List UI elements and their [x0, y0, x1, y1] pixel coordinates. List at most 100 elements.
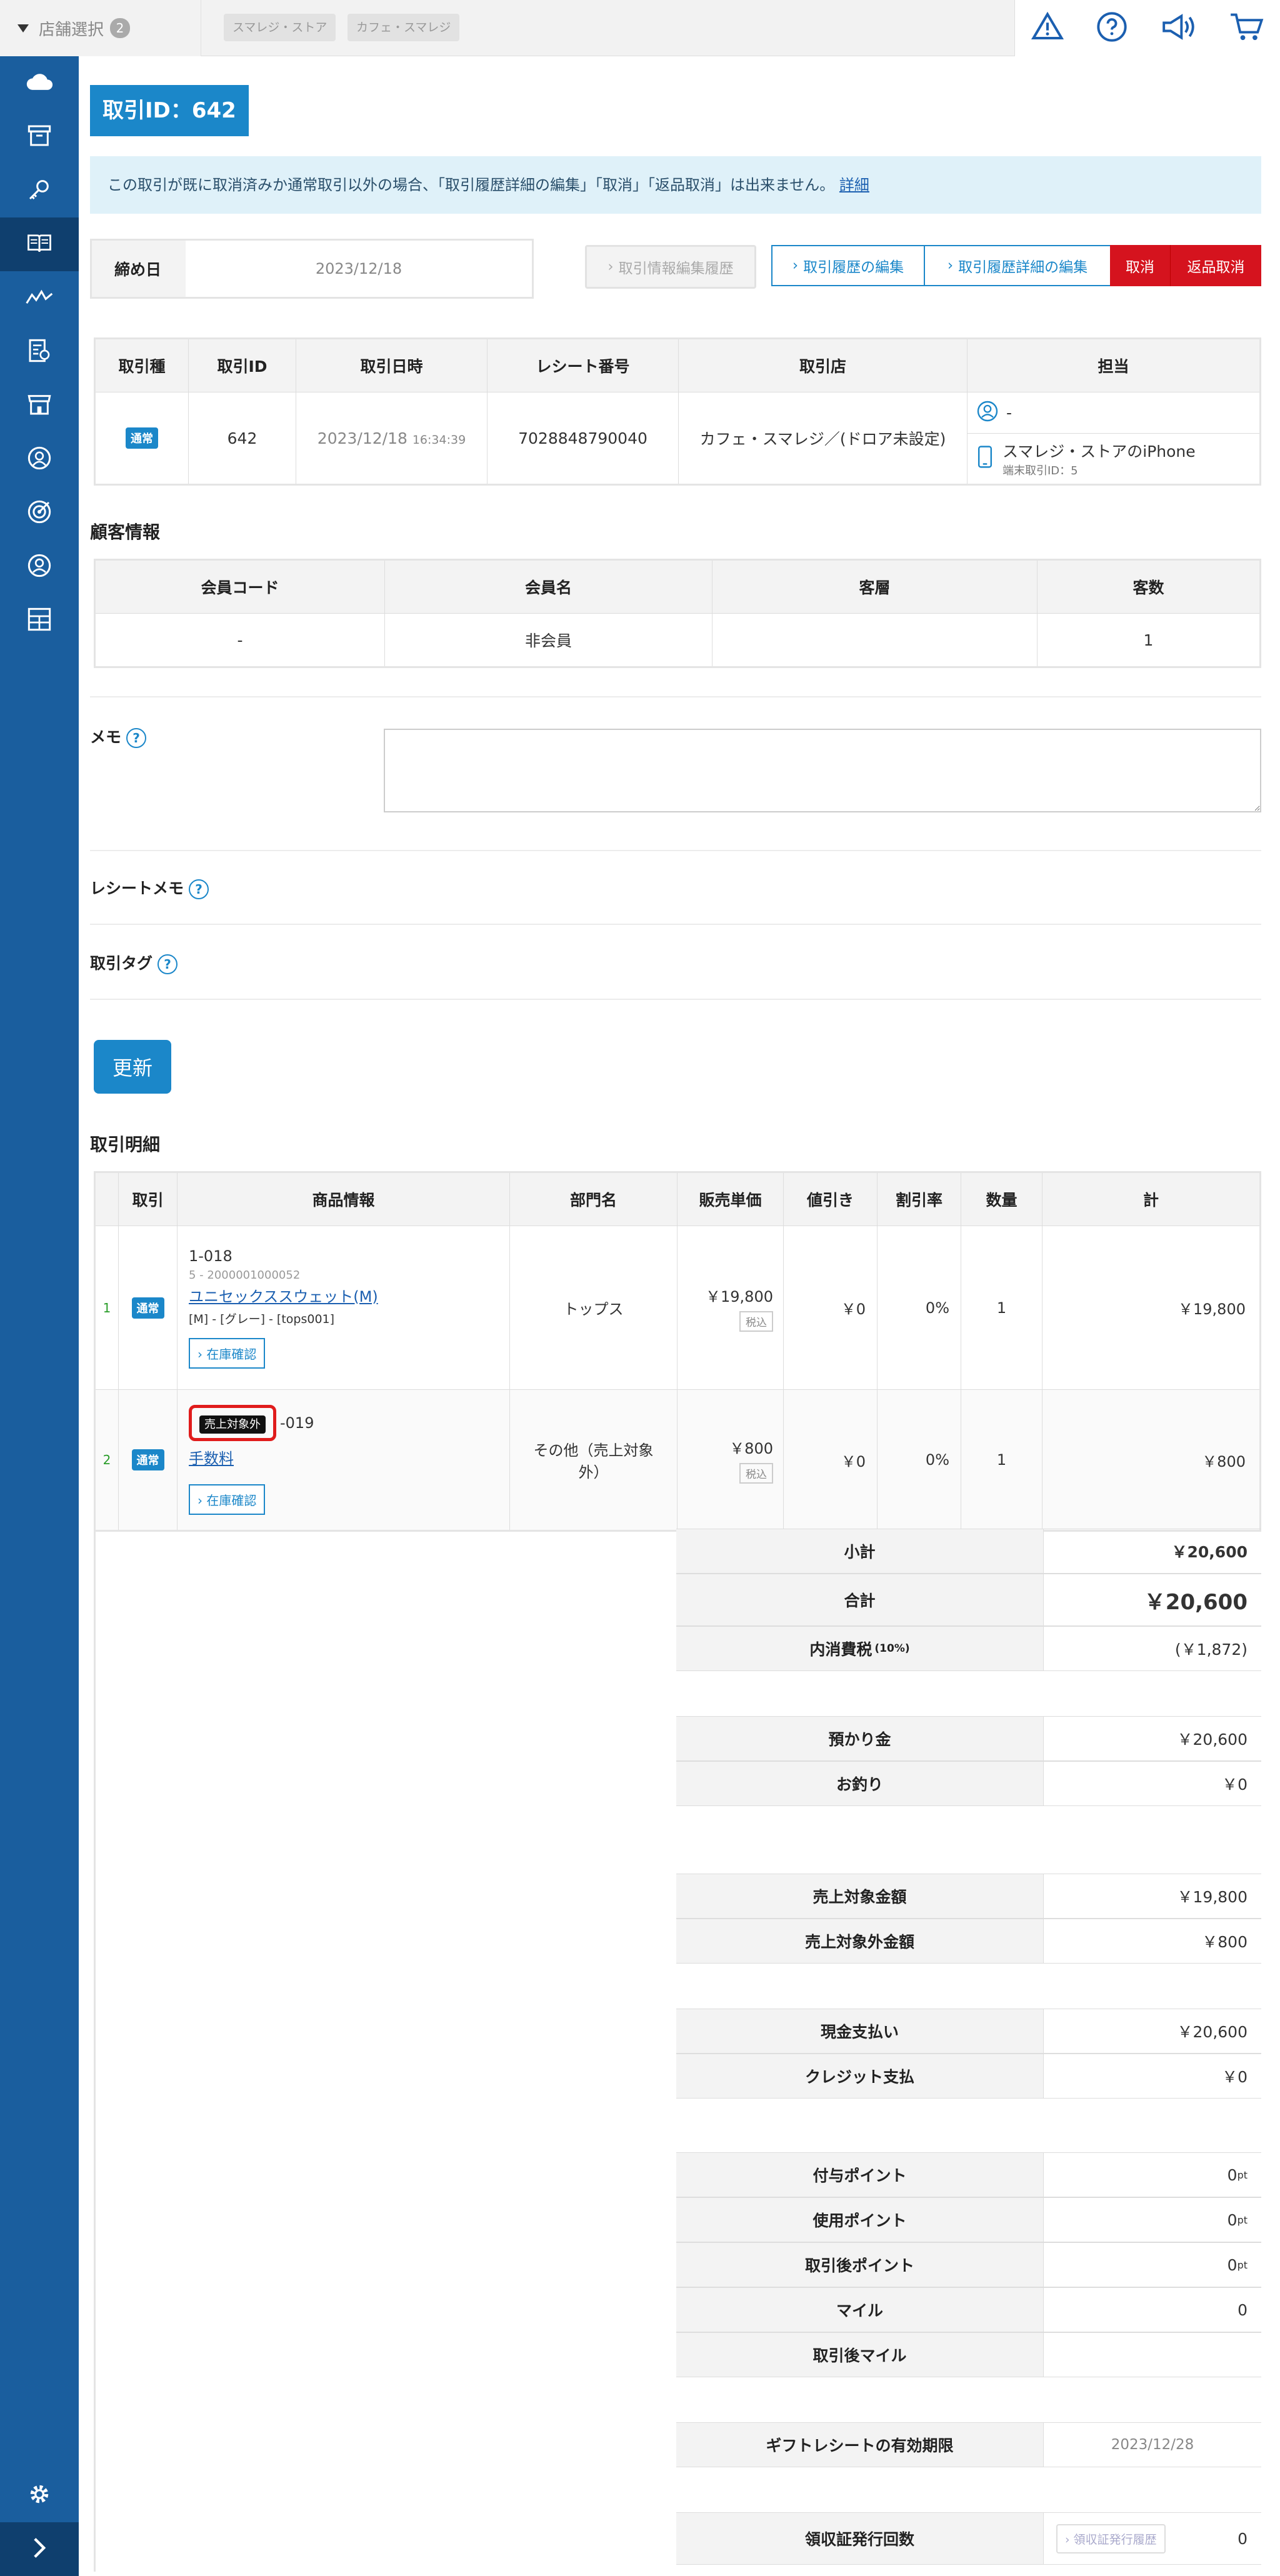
transaction-time: 16:34:39 — [412, 432, 466, 447]
unit-price: ￥19,800 — [706, 1287, 773, 1305]
receipt-memo-row: レシートメモ? — [90, 876, 209, 899]
book-icon — [26, 232, 52, 257]
summary-label: 合計 — [676, 1574, 1044, 1625]
sidebar-item-apps[interactable] — [0, 594, 79, 647]
tax-included-tag: 税込 — [739, 1463, 773, 1484]
product-name-link[interactable]: ユニセックススウェット(M) — [189, 1284, 509, 1306]
row-number: 1 — [94, 1226, 119, 1390]
discount: ￥0 — [783, 1389, 878, 1531]
summary-row-sales-target: 売上対象金額 ￥19,800 — [676, 1874, 1261, 1919]
cash-value: ￥20,600 — [1177, 2023, 1248, 2041]
discount: ￥0 — [783, 1226, 878, 1390]
tax-label: 内消費税 — [809, 1640, 872, 1659]
megaphone-icon[interactable] — [1159, 11, 1198, 46]
summary-label: ギフトレシートの有効期限 — [676, 2423, 1044, 2467]
receipt-issue-count: 0 — [1238, 2529, 1248, 2548]
summary-label: 領収証発行回数 — [676, 2513, 1044, 2564]
stock-check-button[interactable]: › 在庫確認 — [189, 1484, 266, 1515]
col-header: 販売単価 — [677, 1172, 784, 1226]
product-code: -019 — [280, 1414, 314, 1432]
store-select-dropdown[interactable]: 店舗選択 2 — [0, 0, 201, 56]
product-variant: [M] - [グレー] - [tops001] — [189, 1312, 335, 1326]
sidebar-item-settings[interactable] — [0, 2469, 79, 2522]
store-tag[interactable]: スマレジ・ストア — [224, 14, 336, 41]
edit-history-button[interactable]: › 取引履歴の編集 — [771, 245, 925, 286]
sidebar-toggle[interactable] — [0, 2522, 79, 2576]
col-header: 取引 — [118, 1172, 178, 1226]
summary-label: マイル — [676, 2288, 1044, 2332]
top-bar: 店舗選択 2 スマレジ・ストア カフェ・スマレジ — [0, 0, 1280, 56]
sidebar-item-reports[interactable] — [0, 325, 79, 379]
help-icon[interactable]: ? — [189, 879, 209, 899]
unit-price: ￥800 — [729, 1440, 773, 1457]
table-row: - 非会員 1 — [94, 613, 1261, 667]
points-number: 0 — [1227, 2165, 1238, 2184]
info-edit-history-label: 取引情報編集履歴 — [618, 261, 734, 277]
cart-icon[interactable] — [1229, 11, 1264, 46]
summary-label: 付与ポイント — [676, 2153, 1044, 2197]
col-header: 取引店 — [678, 338, 968, 392]
return-cancel-button[interactable]: 返品取消 — [1170, 245, 1261, 286]
receipt-memo-label: レシートメモ — [90, 879, 184, 897]
product-name-link[interactable]: 手数料 — [189, 1446, 509, 1468]
top-icons — [1014, 0, 1280, 56]
cancel-button[interactable]: 取消 — [1110, 245, 1170, 286]
edit-history-detail-button[interactable]: › 取引履歴詳細の編集 — [924, 245, 1111, 286]
report-icon — [27, 338, 52, 366]
cloud-icon — [26, 71, 53, 95]
points-unit: pt — [1237, 2214, 1248, 2226]
line-total: ￥19,800 — [1042, 1226, 1261, 1390]
summary-label: 使用ポイント — [676, 2198, 1044, 2242]
user-icon — [27, 553, 52, 581]
sidebar-item-home[interactable] — [0, 56, 79, 110]
total-value: ￥20,600 — [1144, 1589, 1248, 1615]
non-sales-tag: 売上対象外 — [199, 1415, 266, 1434]
table-border — [94, 1525, 96, 2572]
summary-label: 小計 — [676, 1529, 1044, 1573]
summary-row-non-sales: 売上対象外金額 ￥800 — [676, 1919, 1261, 1964]
sidebar-item-settings-key[interactable] — [0, 164, 79, 217]
memo-textarea[interactable] — [384, 729, 1261, 812]
col-header: 商品情報 — [177, 1172, 510, 1226]
col-header: 計 — [1042, 1172, 1261, 1226]
sidebar-item-transactions[interactable] — [0, 217, 79, 271]
summary-label: 売上対象外金額 — [676, 1919, 1044, 1963]
table-row: 2 通常 売上対象外 -019 手数料 › 在庫確認 その他（売上対象外） ￥8… — [94, 1389, 1261, 1531]
table-header-row: 会員コード 会員名 客層 客数 — [94, 559, 1261, 614]
sidebar-item-analytics[interactable] — [0, 271, 79, 325]
warning-icon[interactable] — [1031, 10, 1064, 46]
sidebar-item-staff[interactable] — [0, 540, 79, 594]
customer-count: 1 — [1037, 613, 1261, 667]
sidebar-item-goals[interactable] — [0, 486, 79, 540]
staff-icon — [976, 400, 999, 426]
help-icon[interactable] — [1096, 11, 1128, 46]
table-header-row: 取引 商品情報 部門名 販売単価 値引き 割引率 数量 計 — [94, 1172, 1261, 1226]
help-icon[interactable]: ? — [158, 954, 178, 974]
col-header: 値引き — [783, 1172, 878, 1226]
sidebar-item-stores[interactable] — [0, 379, 79, 432]
device-name: スマレジ・ストアのiPhone — [1002, 442, 1196, 461]
memo-label: メモ — [90, 728, 122, 746]
transaction-datetime: 2023/12/18 16:34:39 — [296, 392, 488, 485]
notice-detail-link[interactable]: 詳細 — [839, 176, 869, 194]
store-tag[interactable]: カフェ・スマレジ — [348, 14, 460, 41]
summary-row-deposit: 預かり金 ￥20,600 — [676, 1716, 1261, 1761]
points-unit: pt — [1237, 2169, 1248, 2181]
stock-check-label: 在庫確認 — [206, 1493, 257, 1508]
discount-rate: 0% — [877, 1389, 961, 1531]
non-sales-value: ￥800 — [1202, 1933, 1248, 1951]
sidebar-item-products[interactable] — [0, 110, 79, 164]
summary-row-grant-points: 付与ポイント 0 pt — [676, 2152, 1261, 2197]
help-icon[interactable]: ? — [126, 728, 147, 748]
grant-points-value: 0 pt — [1044, 2153, 1261, 2197]
stock-check-button[interactable]: › 在庫確認 — [189, 1337, 266, 1369]
update-button[interactable]: 更新 — [94, 1040, 171, 1094]
type-badge: 通常 — [131, 1449, 164, 1470]
credit-value: ￥0 — [1222, 2068, 1248, 2086]
sidebar-item-customers[interactable] — [0, 432, 79, 486]
customer-icon — [27, 446, 52, 473]
transaction-tag-row: 取引タグ? — [90, 951, 178, 974]
unit-price-cell: ￥800 税込 — [677, 1389, 784, 1531]
highlight-box: 売上対象外 — [189, 1405, 276, 1441]
summary-row-gift-expiry: ギフトレシートの有効期限 2023/12/28 — [676, 2422, 1261, 2467]
